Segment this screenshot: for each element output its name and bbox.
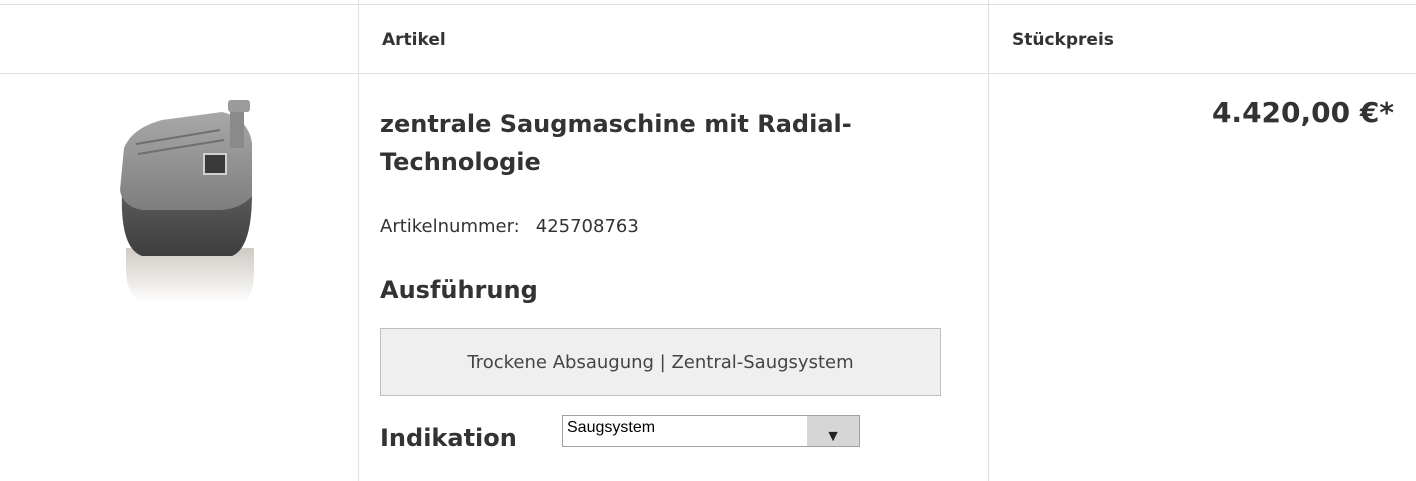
suction-machine-image — [120, 100, 254, 303]
indication-label: Indikation — [380, 424, 517, 452]
indication-select[interactable]: Saugsystem ▼ — [562, 415, 860, 447]
table-top-border — [0, 4, 1416, 5]
header-divider — [0, 73, 1416, 74]
chevron-down-icon[interactable]: ▼ — [807, 416, 859, 446]
unit-price: 4.420,00 €* — [1211, 96, 1394, 129]
product-image[interactable] — [112, 98, 262, 308]
article-number-label: Artikelnummer: — [380, 216, 520, 237]
article-number-value: 425708763 — [535, 216, 639, 237]
variant-option-button[interactable]: Trockene Absaugung | Zentral-Saugsystem — [380, 328, 941, 396]
column-header-unit-price: Stückpreis — [1012, 30, 1114, 50]
indication-selected-value: Saugsystem — [567, 419, 656, 436]
article-number: Artikelnummer: 425708763 — [380, 216, 639, 237]
product-title[interactable]: zentrale Saugmaschine mit Radial-Technol… — [380, 105, 970, 181]
column-header-article: Artikel — [382, 30, 446, 50]
variant-option-label: Trockene Absaugung | Zentral-Saugsystem — [467, 351, 854, 373]
variant-heading: Ausführung — [380, 276, 538, 304]
